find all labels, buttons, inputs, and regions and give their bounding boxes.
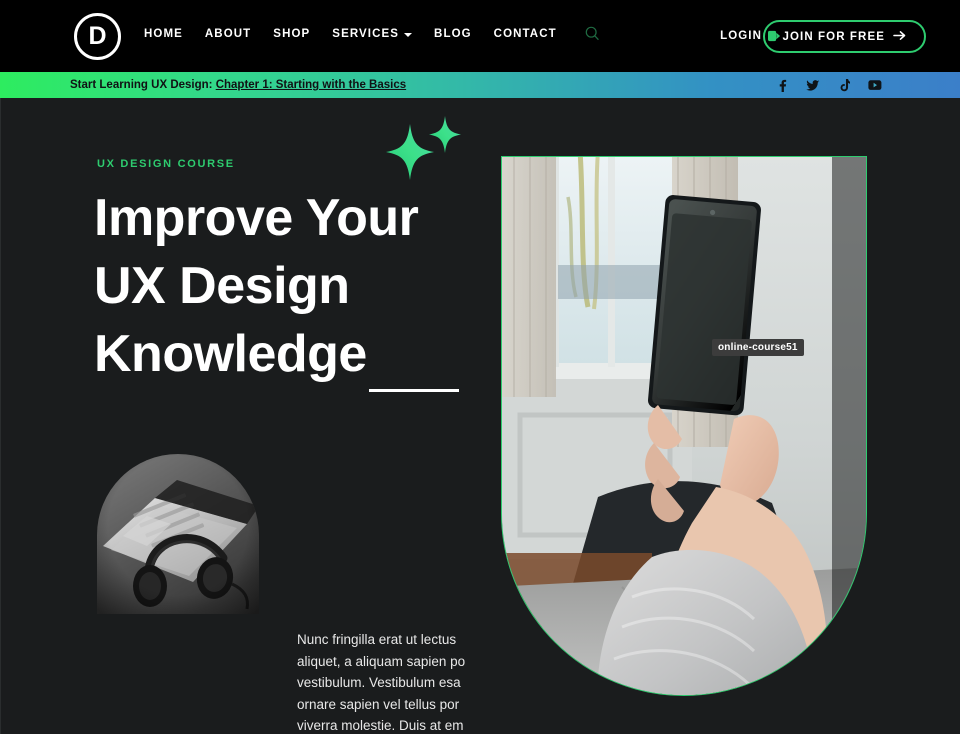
announcement-link[interactable]: Chapter 1: Starting with the Basics [216,79,406,91]
nav-item-services[interactable]: SERVICES [332,27,413,40]
nav-item-blog[interactable]: BLOG [434,28,472,40]
nav-label: HOME [144,27,183,40]
announcement-prefix: Start Learning UX Design: [70,79,216,91]
hero-headline: Improve Your UX Design Knowledge [94,184,494,388]
join-label: JOIN FOR FREE [782,30,885,43]
logo-letter: D [88,22,107,50]
nav-item-about[interactable]: ABOUT [205,28,251,40]
primary-navigation: HOME ABOUT SHOP SERVICES BLOG CONTACT [144,26,600,41]
nav-label: SHOP [273,27,311,40]
site-header: D HOME ABOUT SHOP SERVICES BLOG CONTACT [0,0,960,72]
facebook-icon[interactable] [775,78,789,92]
announcement-bar: Start Learning UX Design: Chapter 1: Sta… [0,72,960,98]
nav-label: ABOUT [204,27,252,40]
image-tooltip: online-course51 [712,339,804,356]
nav-item-shop[interactable]: SHOP [273,28,310,40]
login-label: LOGIN [720,30,762,42]
join-for-free-button[interactable]: JOIN FOR FREE [762,20,926,53]
page-root: D HOME ABOUT SHOP SERVICES BLOG CONTACT [0,0,960,734]
nav-label: SERVICES [332,27,400,40]
search-icon[interactable] [585,26,600,41]
hero-paragraph: Nunc fringilla erat ut lectus aliquet, a… [297,632,466,733]
smartphone-photo [501,156,867,696]
youtube-icon[interactable] [868,78,882,92]
site-logo[interactable]: D [74,13,121,60]
nav-item-home[interactable]: HOME [144,28,183,40]
nav-item-contact[interactable]: CONTACT [494,28,557,40]
headline-line-2: UX Design [94,257,350,315]
laptop-headphones-image [97,454,259,614]
arrow-right-icon [893,30,906,44]
nav-label: BLOG [434,27,472,40]
hero-section: UX DESIGN COURSE Improve Your UX Design … [0,98,960,734]
hero-eyebrow: UX DESIGN COURSE [97,158,235,170]
headline-divider-rule [369,389,459,392]
chevron-down-icon [404,32,413,37]
headline-line-3: Knowledge [94,325,367,383]
social-links [775,78,882,92]
sparkle-icon [384,116,464,188]
announcement-text: Start Learning UX Design: Chapter 1: Sta… [70,79,406,91]
tiktok-icon[interactable] [837,78,851,92]
headline-line-1: Improve Your [94,189,419,247]
nav-label: CONTACT [493,27,557,40]
twitter-icon[interactable] [806,78,820,92]
